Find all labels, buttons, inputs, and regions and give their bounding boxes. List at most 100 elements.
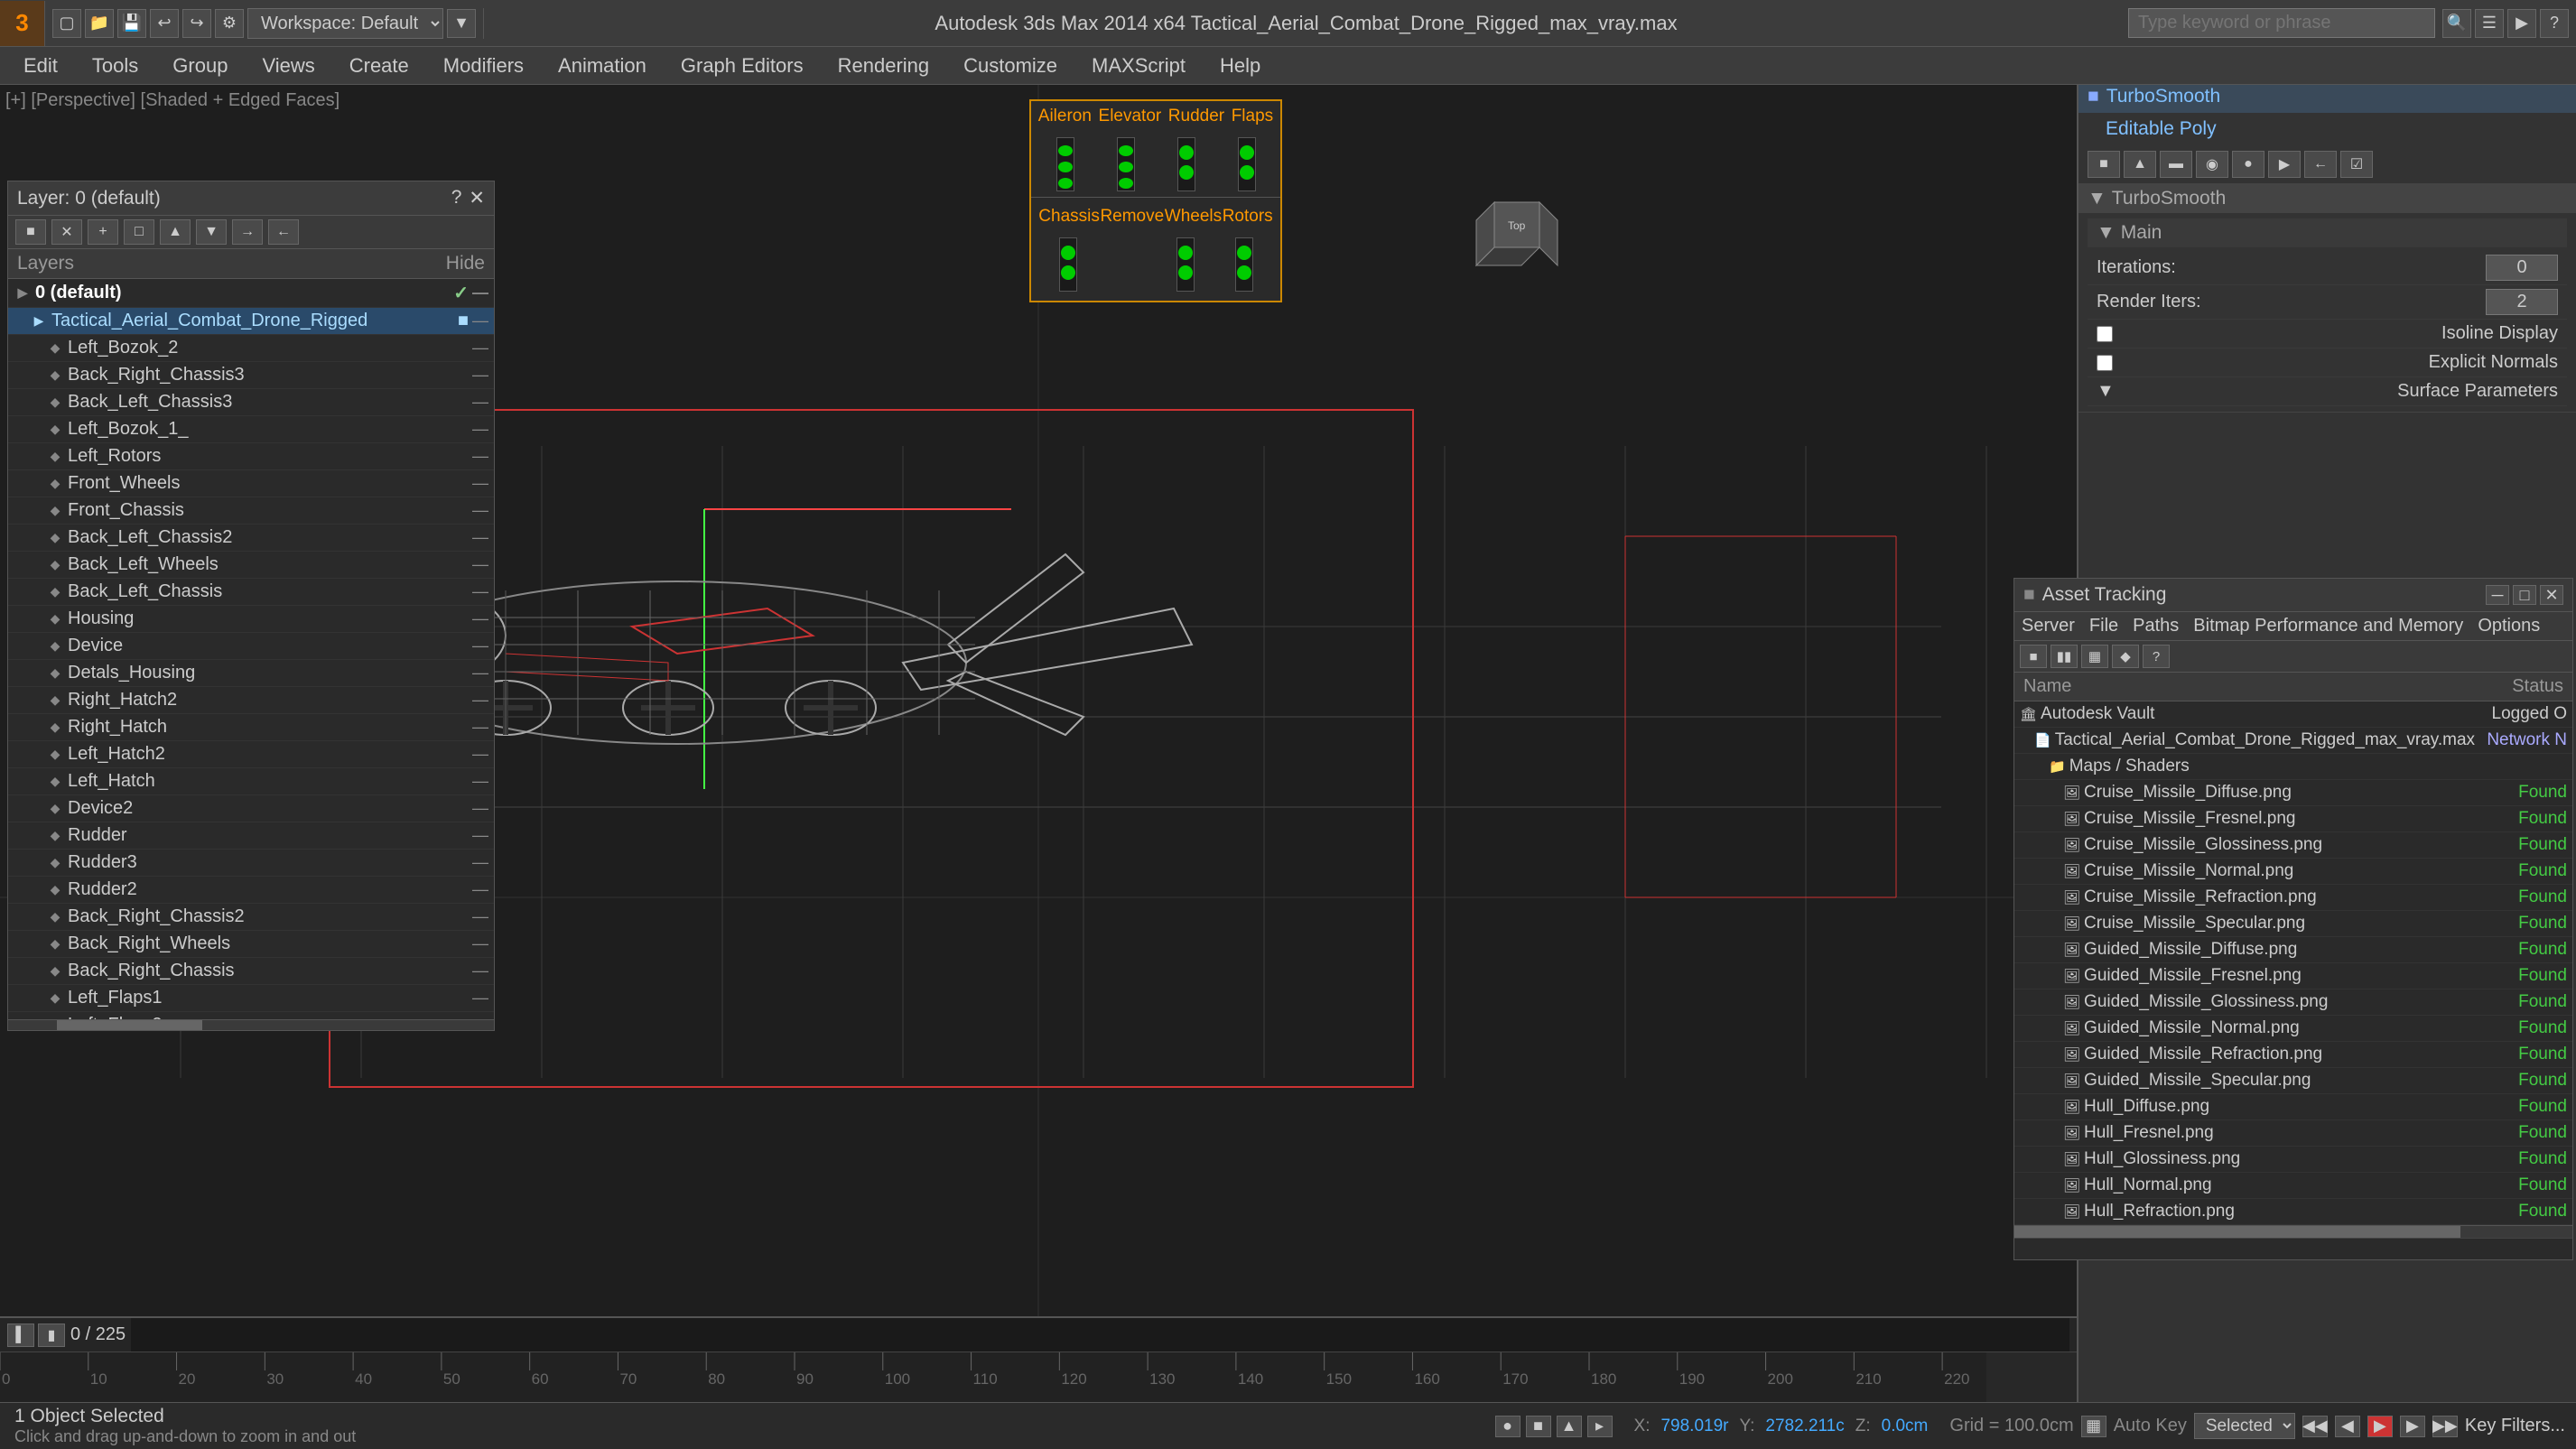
asset-item[interactable]: 🖼Cruise_Missile_Glossiness.pngFound xyxy=(2014,832,2572,859)
sb-play-next[interactable]: ▶ xyxy=(2400,1416,2425,1437)
help-btn[interactable]: ? xyxy=(2540,9,2569,38)
control-knob-aileron[interactable] xyxy=(1056,137,1074,191)
layer-item[interactable]: ◆Left_Hatch— xyxy=(8,768,494,795)
tl-nav-1[interactable]: ▌ xyxy=(7,1324,34,1347)
rp-tb-1[interactable]: ■ xyxy=(2088,151,2120,178)
layer-item[interactable]: ▶Tactical_Aerial_Combat_Drone_Rigged■— xyxy=(8,308,494,335)
surface-params-row[interactable]: ▼ Surface Parameters xyxy=(2088,377,2567,406)
options-btn[interactable]: ⚙ xyxy=(215,9,244,38)
layer-item[interactable]: ◆Left_Hatch2— xyxy=(8,741,494,768)
asset-item[interactable]: 🖼Guided_Missile_Refraction.pngFound xyxy=(2014,1042,2572,1068)
ap-tb-1[interactable]: ■ xyxy=(2020,645,2047,668)
lp-tb-7[interactable]: → xyxy=(232,219,263,245)
nav-btn[interactable]: ▶ xyxy=(2507,9,2536,38)
menu-item-customize[interactable]: Customize xyxy=(947,51,1074,81)
control-knob-flaps[interactable] xyxy=(1238,137,1256,191)
render-iters-input[interactable] xyxy=(2486,289,2558,315)
layer-item[interactable]: ◆Right_Hatch2— xyxy=(8,687,494,714)
menu-item-views[interactable]: Views xyxy=(246,51,330,81)
asset-item[interactable]: 🖼Cruise_Missile_Diffuse.pngFound xyxy=(2014,780,2572,806)
control-knob-elevator[interactable] xyxy=(1117,137,1135,191)
lp-tb-2[interactable]: ✕ xyxy=(51,219,82,245)
layer-item[interactable]: ◆Rudder— xyxy=(8,822,494,850)
layer-item[interactable]: ◆Back_Left_Chassis2— xyxy=(8,525,494,552)
ap-max-btn[interactable]: □ xyxy=(2513,585,2536,605)
rp-tb-8[interactable]: ☑ xyxy=(2340,151,2373,178)
ap-min-btn[interactable]: ─ xyxy=(2486,585,2509,605)
sb-play-first[interactable]: ◀◀ xyxy=(2302,1416,2328,1437)
layer-item[interactable]: ◆Right_Hatch— xyxy=(8,714,494,741)
asset-item[interactable]: 🖼Cruise_Missile_Specular.pngFound xyxy=(2014,911,2572,937)
rp-tb-2[interactable]: ▲ xyxy=(2124,151,2156,178)
layer-item[interactable]: ▶0 (default)✓— xyxy=(8,279,494,308)
layer-panel-close[interactable]: ✕ xyxy=(469,187,485,209)
menu-item-animation[interactable]: Animation xyxy=(542,51,663,81)
layer-item[interactable]: ◆Back_Right_Chassis— xyxy=(8,958,494,985)
layer-item[interactable]: ◆Left_Rotors— xyxy=(8,443,494,470)
menu-item-create[interactable]: Create xyxy=(333,51,425,81)
layer-item[interactable]: ◆Back_Right_Chassis3— xyxy=(8,362,494,389)
menu-item-group[interactable]: Group xyxy=(156,51,244,81)
control-knob-chassis[interactable] xyxy=(1059,237,1077,292)
asset-item[interactable]: 🖼Guided_Missile_Glossiness.pngFound xyxy=(2014,989,2572,1016)
asset-item[interactable]: 🏛Autodesk VaultLogged O xyxy=(2014,701,2572,728)
explicit-checkbox[interactable] xyxy=(2097,355,2113,371)
rp-tb-7[interactable]: ← xyxy=(2304,151,2337,178)
ap-tb-2[interactable]: ▮▮ xyxy=(2051,645,2078,668)
asset-item[interactable]: 🖼Hull_Glossiness.pngFound xyxy=(2014,1147,2572,1173)
layer-item[interactable]: ◆Back_Left_Chassis3— xyxy=(8,389,494,416)
lp-tb-3[interactable]: + xyxy=(88,219,118,245)
menu-item-graph-editors[interactable]: Graph Editors xyxy=(665,51,820,81)
sb-grid-btn[interactable]: ▦ xyxy=(2081,1416,2106,1437)
asset-item[interactable]: 🖼Guided_Missile_Fresnel.pngFound xyxy=(2014,963,2572,989)
sb-play-btn[interactable]: ▶ xyxy=(2367,1416,2393,1437)
new-btn[interactable]: ▢ xyxy=(52,9,81,38)
sb-play-prev[interactable]: ◀ xyxy=(2335,1416,2360,1437)
lp-tb-8[interactable]: ← xyxy=(268,219,299,245)
menu-item-maxscript[interactable]: MAXScript xyxy=(1075,51,1202,81)
layer-item[interactable]: ◆Detals_Housing— xyxy=(8,660,494,687)
layer-item[interactable]: ◆Left_Flaps1— xyxy=(8,985,494,1012)
layer-item[interactable]: ◆Rudder3— xyxy=(8,850,494,877)
ap-menu-file[interactable]: File xyxy=(2089,616,2118,636)
modifier-item-turbosmooth[interactable]: ■ TurboSmooth xyxy=(2078,80,2576,113)
ap-tb-4[interactable]: ◆ xyxy=(2112,645,2139,668)
asset-item[interactable]: 🖼Hull_Fresnel.pngFound xyxy=(2014,1120,2572,1147)
redo-btn[interactable]: ↪ xyxy=(182,9,211,38)
menu-item-edit[interactable]: Edit xyxy=(7,51,74,81)
timeline-track[interactable] xyxy=(131,1318,2069,1351)
sb-play-last[interactable]: ▶▶ xyxy=(2432,1416,2458,1437)
control-knob-rudder[interactable] xyxy=(1177,137,1195,191)
layer-panel-help[interactable]: ? xyxy=(451,187,462,209)
asset-item[interactable]: 🖼Cruise_Missile_Fresnel.pngFound xyxy=(2014,806,2572,832)
ap-menu-options[interactable]: Options xyxy=(2478,616,2540,636)
lp-tb-4[interactable]: □ xyxy=(124,219,154,245)
workspace-expand[interactable]: ▼ xyxy=(447,9,476,38)
key-filters-label[interactable]: Key Filters... xyxy=(2465,1416,2565,1436)
asset-item[interactable]: 🖼Cruise_Missile_Refraction.pngFound xyxy=(2014,885,2572,911)
isoline-checkbox[interactable] xyxy=(2097,326,2113,342)
asset-item[interactable]: 🖼Hull_Refraction.pngFound xyxy=(2014,1199,2572,1225)
layer-item[interactable]: ◆Back_Left_Chassis— xyxy=(8,579,494,606)
layer-item[interactable]: ◆Back_Right_Wheels— xyxy=(8,931,494,958)
layer-item[interactable]: ◆Left_Flaps2— xyxy=(8,1012,494,1019)
workspace-dropdown[interactable]: Workspace: DefaultWorkspace: Default xyxy=(247,8,443,39)
sb-icon-1[interactable]: ● xyxy=(1495,1416,1520,1437)
asset-item[interactable]: 🖼Guided_Missile_Specular.pngFound xyxy=(2014,1068,2572,1094)
menu-item-help[interactable]: Help xyxy=(1204,51,1277,81)
sb-icon-4[interactable]: ▸ xyxy=(1587,1416,1613,1437)
asset-item[interactable]: 🖼Guided_Missile_Normal.pngFound xyxy=(2014,1016,2572,1042)
search-btn[interactable]: 🔍 xyxy=(2442,9,2471,38)
ap-menu-paths[interactable]: Paths xyxy=(2133,616,2179,636)
menu-item-tools[interactable]: Tools xyxy=(76,51,154,81)
asset-item[interactable]: 🖼Cruise_Missile_Normal.pngFound xyxy=(2014,859,2572,885)
lp-tb-1[interactable]: ■ xyxy=(15,219,46,245)
rp-tb-6[interactable]: ▶ xyxy=(2268,151,2301,178)
layer-item[interactable]: ◆Back_Right_Chassis2— xyxy=(8,904,494,931)
rp-tb-5[interactable]: ● xyxy=(2232,151,2264,178)
open-btn[interactable]: 📁 xyxy=(85,9,114,38)
asset-item[interactable]: 🖼Guided_Missile_Diffuse.pngFound xyxy=(2014,937,2572,963)
layer-item[interactable]: ◆Device2— xyxy=(8,795,494,822)
asset-item[interactable]: 📄Tactical_Aerial_Combat_Drone_Rigged_max… xyxy=(2014,728,2572,754)
layer-item[interactable]: ◆Back_Left_Wheels— xyxy=(8,552,494,579)
